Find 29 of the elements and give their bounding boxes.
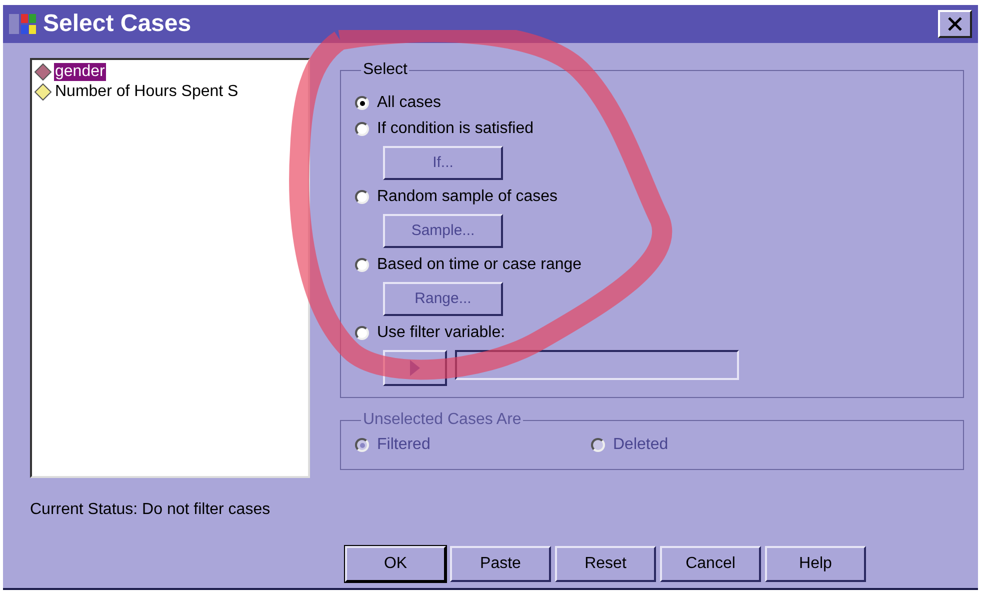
variable-item[interactable]: Number of Hours Spent S — [34, 82, 308, 102]
radio-label: Based on time or case range — [377, 255, 582, 275]
dialog-button[interactable]: Paste — [450, 546, 551, 582]
radio-button[interactable] — [355, 258, 369, 272]
radio-label: Deleted — [613, 435, 668, 455]
radio-label: Filtered — [377, 435, 430, 455]
variable-item[interactable]: gender — [34, 62, 308, 82]
radio-label: If condition is satisfied — [377, 119, 534, 139]
close-button[interactable] — [938, 10, 972, 38]
radio-button[interactable] — [355, 190, 369, 204]
dialog-button[interactable]: Cancel — [660, 546, 761, 582]
filter-variable-field[interactable] — [455, 350, 739, 380]
radio-label: Random sample of cases — [377, 187, 558, 207]
play-icon — [409, 360, 421, 376]
dialog-button[interactable]: Help — [765, 546, 866, 582]
radio-button[interactable] — [355, 122, 369, 136]
dialog-button[interactable]: OK — [345, 546, 446, 582]
radio-button[interactable] — [355, 96, 369, 110]
radio-label: Use filter variable: — [377, 323, 506, 343]
radio-button[interactable] — [355, 326, 369, 340]
radio-label: All cases — [377, 93, 442, 113]
close-icon — [947, 16, 963, 32]
status-text: Current Status: Do not filter cases — [30, 500, 272, 520]
app-icon — [9, 12, 37, 36]
dialog-button[interactable]: Reset — [555, 546, 656, 582]
group-title: Unselected Cases Are — [362, 410, 522, 430]
move-button[interactable] — [383, 350, 447, 386]
group-title: Select — [362, 60, 408, 80]
window-title: Select Cases — [43, 9, 192, 39]
